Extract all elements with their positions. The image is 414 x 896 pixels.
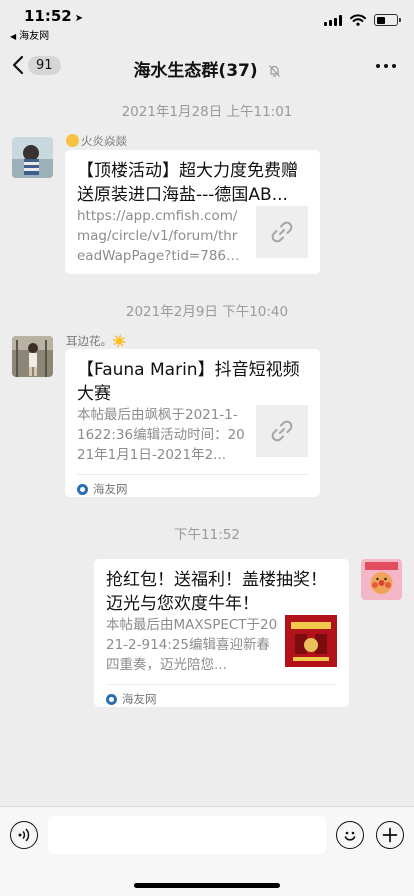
mute-bell-icon: [268, 65, 280, 77]
sender-name-text: 火炎焱燚: [81, 134, 127, 148]
back-app-label: 海友网: [19, 31, 50, 42]
card-description: 本帖最后由MAXSPECT于2021-2-914:25编辑喜迎新春四重奏，迈光陪…: [106, 617, 278, 673]
emoji-button[interactable]: [336, 821, 364, 849]
chat-title-text: 海水生态群(37): [133, 61, 258, 81]
voice-icon: [18, 828, 30, 842]
link-thumbnail: [256, 206, 308, 258]
message-timestamp: 2021年1月28日 上午11:01: [121, 104, 293, 120]
sender-name: 火炎焱燚: [66, 133, 127, 149]
voice-button[interactable]: [10, 821, 38, 849]
card-title: 【Fauna Marin】抖音短视频大赛: [77, 360, 300, 404]
more-icon: [376, 64, 380, 68]
link-card[interactable]: 【Fauna Marin】抖音短视频大赛 本帖最后由飒枫于2021-1-1622…: [65, 349, 320, 497]
avatar[interactable]: [12, 336, 53, 377]
card-description: https://app.cmfish.com/mag/circle/v1/for…: [77, 208, 244, 264]
sender-name: 耳边花。☀️: [66, 334, 127, 348]
my-avatar[interactable]: [361, 559, 402, 600]
link-icon: [271, 221, 293, 243]
message-timestamp: 2021年2月9日 下午10:40: [125, 304, 289, 320]
smile-emoji-icon: [66, 134, 79, 147]
card-title: 【顶楼活动】超大力度免费赠送原装进口海盐---德国AB...: [77, 161, 298, 205]
home-indicator[interactable]: [134, 883, 280, 888]
status-icons: [324, 14, 401, 26]
back-triangle-icon: ◀: [10, 32, 17, 41]
status-bar: 11:52 ➤ ◀ 海友网: [0, 0, 414, 44]
message-timestamp: 下午11:52: [174, 527, 240, 543]
battery-icon: [374, 14, 401, 26]
card-source: 海友网: [106, 684, 337, 707]
card-description: 本帖最后由飒枫于2021-1-1622:36编辑活动时间：2021年1月1日-2…: [77, 407, 245, 463]
card-source-label: 海友网: [122, 692, 157, 706]
back-to-app-link[interactable]: ◀ 海友网: [10, 27, 49, 42]
link-icon: [271, 420, 293, 442]
signal-icon: [324, 14, 342, 26]
wifi-icon: [350, 14, 366, 26]
link-card[interactable]: 抢红包！送福利！盖楼抽奖！迈光与您欢度牛年！ 本帖最后由MAXSPECT于202…: [94, 559, 349, 707]
plus-icon: [382, 827, 398, 843]
card-title: 抢红包！送福利！盖楼抽奖！迈光与您欢度牛年！: [106, 570, 327, 614]
source-logo-icon: [106, 693, 117, 705]
chat-title: 海水生态群(37): [0, 56, 414, 81]
card-source-label: 海友网: [93, 482, 128, 496]
source-logo-icon: [77, 483, 88, 495]
message-input[interactable]: [48, 816, 326, 854]
card-thumbnail: [285, 615, 337, 667]
card-source: 海友网: [77, 474, 308, 497]
emoji-icon: [344, 831, 356, 841]
status-time: 11:52 ➤: [24, 7, 84, 25]
link-thumbnail: [256, 405, 308, 457]
link-card[interactable]: 【顶楼活动】超大力度免费赠送原装进口海盐---德国AB... https://a…: [65, 150, 320, 274]
chat-nav-bar: 91 海水生态群(37): [0, 44, 414, 88]
location-arrow-icon: ➤: [74, 13, 84, 24]
more-button[interactable]: [376, 64, 396, 68]
more-functions-button[interactable]: [376, 821, 404, 849]
avatar[interactable]: [12, 137, 53, 178]
